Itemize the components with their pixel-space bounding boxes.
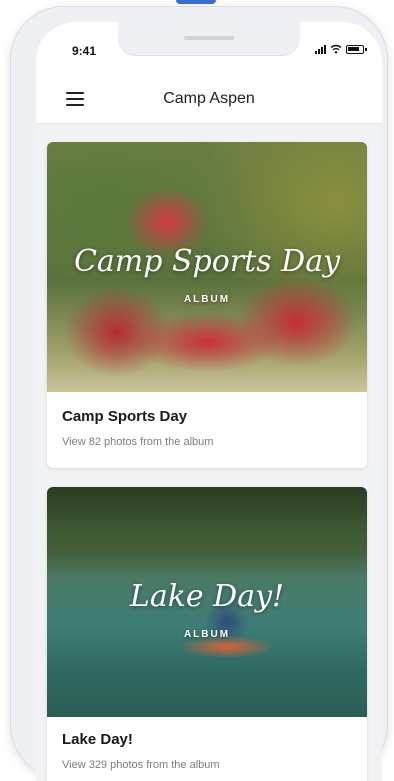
- album-title: Lake Day!: [62, 731, 133, 748]
- album-cover-tag: ALBUM: [183, 294, 231, 305]
- album-description: View 329 photos from the album: [62, 759, 220, 771]
- album-description: View 82 photos from the album: [62, 436, 214, 448]
- album-title: Camp Sports Day: [62, 408, 188, 425]
- signal-icon: [315, 44, 326, 54]
- album-cover-title: Lake Day!: [129, 579, 285, 614]
- device-notch: [118, 22, 300, 56]
- wifi-icon: [330, 44, 342, 54]
- album-card-sports-day[interactable]: Camp Sports Day ALBUM Camp Sports Day Vi…: [47, 142, 367, 468]
- album-cover-photo: Camp Sports Day ALBUM: [47, 142, 367, 392]
- album-cover-photo: Lake Day! ALBUM: [47, 487, 367, 717]
- phone-frame: 9:41 Camp Aspen Camp Sports Day ALBUM Ca…: [10, 6, 388, 781]
- page-title: Camp Aspen: [163, 90, 255, 107]
- album-cover-tag: ALBUM: [183, 629, 231, 640]
- app-screen: 9:41 Camp Aspen Camp Sports Day ALBUM Ca…: [36, 22, 382, 781]
- album-card-lake-day[interactable]: Lake Day! ALBUM Lake Day! View 329 photo…: [47, 487, 367, 781]
- status-icons: [315, 44, 367, 54]
- top-accent-bar: [176, 0, 216, 4]
- nav-bar: Camp Aspen: [36, 74, 382, 124]
- speaker-grille: [184, 36, 234, 40]
- status-bar: 9:41: [36, 22, 382, 74]
- status-time: 9:41: [72, 44, 97, 58]
- battery-icon: [346, 44, 367, 54]
- album-cover-title: Camp Sports Day: [73, 244, 341, 279]
